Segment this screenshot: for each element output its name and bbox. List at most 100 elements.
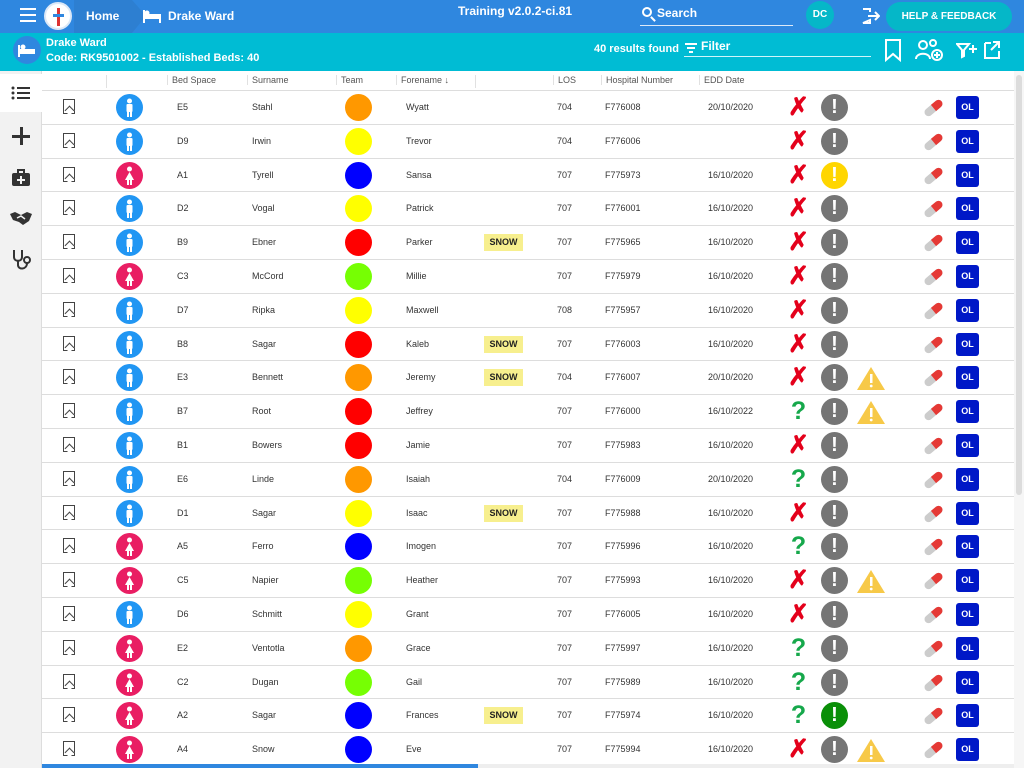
discharge-not-ready-icon[interactable]: ✗ [786,601,811,627]
header-los[interactable]: LOS [553,75,576,85]
nav-clinical[interactable] [0,241,42,279]
alert-icon[interactable]: ! [821,668,848,696]
user-avatar[interactable]: DC [806,1,834,29]
discharge-not-ready-icon[interactable]: ✗ [786,331,811,357]
ol-button[interactable]: OL [956,129,979,153]
discharge-not-ready-icon[interactable]: ✗ [786,365,811,390]
bookmark-icon[interactable] [63,403,75,419]
discharge-unknown-icon[interactable]: ? [786,534,811,559]
help-feedback-button[interactable]: HELP & FEEDBACK [886,2,1012,31]
alert-icon[interactable]: ! [821,195,848,223]
discharge-not-ready-icon[interactable]: ✗ [786,162,811,188]
medication-icon[interactable] [921,469,946,491]
ol-button[interactable]: OL [956,332,979,356]
medication-icon[interactable] [921,97,946,119]
bookmark-icon[interactable] [63,470,75,486]
table-row[interactable]: B7 Root Jeffrey 707 F776000 16/10/2022?! OL [42,395,1014,429]
ol-button[interactable]: OL [956,467,979,491]
alert-icon[interactable]: ! [821,634,848,662]
discharge-not-ready-icon[interactable]: ✗ [786,568,811,593]
bookmark-icon[interactable] [63,605,75,621]
alert-icon[interactable]: ! [821,600,848,628]
bookmark-icon[interactable] [63,673,75,689]
alert-icon[interactable]: ! [821,296,848,324]
discharge-unknown-icon[interactable]: ? [786,669,811,695]
medication-icon[interactable] [921,435,946,457]
medication-icon[interactable] [921,705,946,727]
table-row[interactable]: C3 McCord Millie 707 F775979 16/10/2020 ✗! OL [42,260,1014,294]
medication-icon[interactable] [921,739,946,761]
medication-icon[interactable] [921,232,946,254]
table-row[interactable]: B1 Bowers Jamie 707 F775983 16/10/2020 ✗! OL [42,429,1014,463]
table-row[interactable]: D9 Irwin Trevor 704 F776006 ✗! OL [42,125,1014,159]
medication-icon[interactable] [921,570,946,592]
alert-icon[interactable]: ! [821,702,848,730]
header-team[interactable]: Team [336,75,363,85]
nav-medical[interactable] [0,159,42,197]
nav-add[interactable] [0,117,42,155]
horizontal-scroll-thumb[interactable] [42,764,478,768]
bookmark-icon[interactable] [63,267,75,283]
ol-button[interactable]: OL [956,501,979,525]
table-row[interactable]: B8 Sagar Kaleb SNOW 707 F776003 16/10/2020 ✗! OL [42,328,1014,362]
medication-icon[interactable] [921,198,946,220]
bookmark-icon[interactable] [63,436,75,452]
table-row[interactable]: D1 Sagar Isaac SNOW 707 F775988 16/10/2020 ✗! OL [42,497,1014,531]
discharge-unknown-icon[interactable]: ? [786,635,811,661]
bookmark-icon[interactable] [880,37,906,63]
vertical-scroll-thumb[interactable] [1016,75,1022,495]
header-surname[interactable]: Surname [247,75,289,85]
discharge-not-ready-icon[interactable]: ✗ [786,263,811,289]
alert-icon[interactable]: ! [821,465,848,493]
bookmark-icon[interactable] [63,166,75,182]
alert-icon[interactable]: ! [821,499,848,527]
ol-button[interactable]: OL [956,197,979,221]
medication-icon[interactable] [921,367,946,389]
logout-icon[interactable] [862,8,880,24]
bookmark-icon[interactable] [63,200,75,216]
medication-icon[interactable] [921,334,946,356]
ol-button[interactable]: OL [956,670,979,694]
alert-icon[interactable]: ! [821,736,848,764]
ol-button[interactable]: OL [956,231,979,255]
header-hospital-number[interactable]: Hospital Number [601,75,673,85]
table-row[interactable]: B9 Ebner Parker SNOW 707 F775965 16/10/2020 ✗! O… [42,226,1014,260]
medication-icon[interactable] [921,604,946,626]
ol-button[interactable]: OL [956,535,979,559]
alert-icon[interactable]: ! [821,161,848,189]
breadcrumb-ward[interactable]: Drake Ward [143,0,234,33]
alert-icon[interactable]: ! [821,229,848,257]
add-filter-icon[interactable] [956,37,978,63]
bookmark-icon[interactable] [63,504,75,520]
alert-icon[interactable]: ! [821,262,848,290]
alert-icon[interactable]: ! [821,94,848,121]
medication-icon[interactable] [921,300,946,322]
table-row[interactable]: D2 Vogal Patrick 707 F776001 16/10/2020 ✗! OL [42,192,1014,227]
ol-button[interactable]: OL [956,433,979,457]
header-forename[interactable]: Forename ↓ [396,75,449,85]
warning-icon[interactable] [856,366,886,391]
medication-icon[interactable] [921,672,946,694]
table-row[interactable]: E2 Ventotla Grace 707 F775997 16/10/2020?! OL [42,632,1014,666]
bookmark-icon[interactable] [63,538,75,554]
warning-icon[interactable] [856,569,886,594]
ol-button[interactable]: OL [956,366,979,390]
horizontal-scrollbar[interactable] [42,764,1014,768]
table-row[interactable]: A5 Ferro Imogen 707 F775996 16/10/2020?! OL [42,530,1014,565]
discharge-not-ready-icon[interactable]: ✗ [786,196,811,221]
ol-button[interactable]: OL [956,704,979,728]
table-row[interactable]: D7 Ripka Maxwell 708 F775957 16/10/2020 ✗! OL [42,294,1014,328]
vertical-scrollbar[interactable] [1014,71,1024,768]
discharge-unknown-icon[interactable]: ? [786,466,811,492]
bookmark-icon[interactable] [63,572,75,588]
medication-icon[interactable] [921,503,946,525]
alert-icon[interactable]: ! [821,567,848,595]
table-row[interactable]: E6 Linde Isaiah 704 F776009 20/10/2020?! OL [42,463,1014,497]
table-row[interactable]: E3 Bennett Jeremy SNOW 704 F776007 20/10/2020 ✗… [42,361,1014,396]
discharge-not-ready-icon[interactable]: ✗ [786,128,811,154]
table-row[interactable]: A2 Sagar Frances SNOW 707 F775974 16/10/2020?!… [42,699,1014,734]
table-row[interactable]: D6 Schmitt Grant 707 F776005 16/10/2020 ✗! OL [42,598,1014,632]
medication-icon[interactable] [921,638,946,660]
bookmark-icon[interactable] [63,99,75,114]
menu-icon[interactable] [20,8,36,22]
